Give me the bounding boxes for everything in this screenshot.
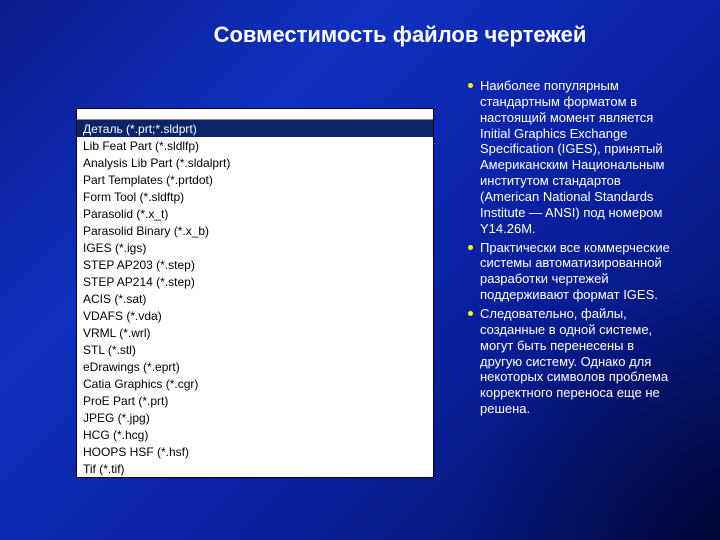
description-text: Наиболее популярным стандартным форматом… <box>468 78 673 420</box>
dropdown-item[interactable]: Part Templates (*.prtdot) <box>77 171 433 188</box>
dropdown-item[interactable]: Lib Feat Part (*.sldlfp) <box>77 137 433 154</box>
dropdown-item[interactable]: eDrawings (*.eprt) <box>77 358 433 375</box>
bullet-item: Наиболее популярным стандартным форматом… <box>468 78 673 237</box>
dropdown-item[interactable]: Analysis Lib Part (*.sldalprt) <box>77 154 433 171</box>
dropdown-item[interactable]: Catia Graphics (*.cgr) <box>77 375 433 392</box>
dropdown-item[interactable]: Tif (*.tif) <box>77 460 433 477</box>
dropdown-item[interactable]: Form Tool (*.sldftp) <box>77 188 433 205</box>
dropdown-item[interactable]: ProE Part (*.prt) <box>77 392 433 409</box>
dropdown-item[interactable]: Деталь (*.prt;*.sldprt) <box>77 120 433 137</box>
dropdown-item[interactable]: HCG (*.hcg) <box>77 426 433 443</box>
dropdown-item[interactable]: Parasolid (*.x_t) <box>77 205 433 222</box>
slide-title: Совместимость файлов чертежей <box>0 22 720 48</box>
dropdown-item[interactable]: VDAFS (*.vda) <box>77 307 433 324</box>
file-type-dropdown[interactable]: Деталь (*.prt;*.sldprt)Lib Feat Part (*.… <box>76 108 434 478</box>
dropdown-item[interactable]: Parasolid Binary (*.x_b) <box>77 222 433 239</box>
bullet-list: Наиболее популярным стандартным форматом… <box>468 78 673 417</box>
dropdown-item[interactable]: STEP AP214 (*.step) <box>77 273 433 290</box>
dropdown-topbar <box>77 109 433 120</box>
dropdown-item[interactable]: STL (*.stl) <box>77 341 433 358</box>
dropdown-list: Деталь (*.prt;*.sldprt)Lib Feat Part (*.… <box>77 120 433 477</box>
dropdown-item[interactable]: VRML (*.wrl) <box>77 324 433 341</box>
bullet-item: Практически все коммерческие системы авт… <box>468 240 673 303</box>
bullet-item: Следовательно, файлы, созданные в одной … <box>468 306 673 417</box>
dropdown-item[interactable]: ACIS (*.sat) <box>77 290 433 307</box>
dropdown-item[interactable]: HOOPS HSF (*.hsf) <box>77 443 433 460</box>
dropdown-item[interactable]: JPEG (*.jpg) <box>77 409 433 426</box>
dropdown-item[interactable]: IGES (*.igs) <box>77 239 433 256</box>
dropdown-item[interactable]: STEP AP203 (*.step) <box>77 256 433 273</box>
